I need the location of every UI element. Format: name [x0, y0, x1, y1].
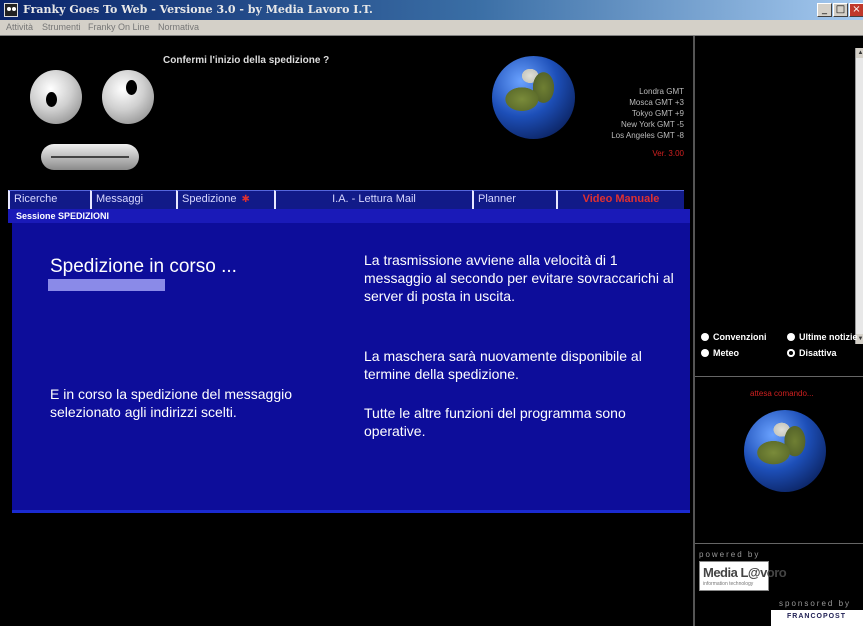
tab-spedizione[interactable]: Spedizione ✱ [176, 190, 274, 210]
option-label: Ultime notizie [799, 332, 858, 342]
globe-icon [744, 410, 826, 492]
tab-bar: Ricerche Messaggi Spedizione ✱ I.A. - Let… [8, 190, 690, 210]
progress-bar [48, 279, 220, 291]
radio-icon [701, 333, 709, 341]
maximize-button[interactable]: □ [833, 3, 848, 17]
window-title: Franky Goes To Web - Versione 3.0 - by M… [23, 3, 373, 16]
sponsor-logo[interactable]: FRANCOPOST [771, 610, 863, 626]
tab-label: Planner [478, 193, 516, 205]
progress-bar-fill [48, 279, 165, 291]
active-tab-marker-icon: ✱ [241, 194, 250, 205]
app-face-icon [4, 3, 18, 17]
option-ultime-notizie[interactable]: Ultime notizie [787, 332, 858, 342]
timezone-moscow: Mosca GMT +3 [629, 98, 684, 107]
info-transmission-speed: La trasmissione avviene alla velocità di… [364, 252, 674, 304]
tab-label: Spedizione [182, 193, 237, 205]
tab-ricerche[interactable]: Ricerche [8, 190, 90, 210]
title-bar[interactable]: Franky Goes To Web - Versione 3.0 - by M… [0, 0, 863, 20]
logo-text: FRANCOPOST [787, 613, 846, 620]
tab-label: Video Manuale [582, 193, 660, 205]
minimize-button[interactable]: _ [817, 3, 832, 17]
option-meteo[interactable]: Meteo [701, 348, 739, 358]
progress-title: Spedizione in corso ... [50, 256, 237, 277]
option-convenzioni[interactable]: Convenzioni [701, 332, 767, 342]
tab-label: Messaggi [96, 193, 144, 205]
powered-by-label: powered by [699, 550, 761, 559]
media-lavoro-logo[interactable]: Media L@voro information technology [699, 561, 787, 591]
menu-strumenti[interactable]: Strumenti [42, 22, 81, 32]
timezone-new-york: New York GMT -5 [621, 120, 684, 129]
shipment-panel: Spedizione in corso ... La trasmissione … [12, 223, 690, 513]
timezone-tokyo: Tokyo GMT +9 [631, 109, 684, 118]
divider [695, 376, 863, 377]
option-label: Disattiva [799, 348, 837, 358]
application-window: Franky Goes To Web - Versione 3.0 - by M… [0, 0, 863, 626]
tab-lettura-mail[interactable]: I.A. - Lettura Mail [274, 190, 472, 210]
version-label: Ver. 3.00 [652, 149, 684, 158]
radio-selected-icon [787, 349, 795, 357]
globe-icon [492, 56, 575, 139]
tab-planner[interactable]: Planner [472, 190, 556, 210]
side-scrollbar[interactable]: ▲ ▼ [855, 48, 863, 344]
confirm-question: Confermi l'inizio della spedizione ? [163, 55, 330, 66]
mouth-icon [41, 144, 139, 170]
side-panel: ▲ ▼ Convenzioni Ultime notizie Meteo Dis… [693, 36, 863, 626]
info-mask-available: La maschera sarà nuovamente disponibile … [364, 348, 642, 382]
tab-label: I.A. - Lettura Mail [332, 193, 416, 205]
session-header: Sessione SPEDIZIONI [8, 209, 690, 223]
news-options: Convenzioni Ultime notizie Meteo Disatti… [701, 330, 863, 364]
close-button[interactable]: × [849, 3, 863, 17]
radio-icon [787, 333, 795, 341]
menu-bar: Attività Strumenti Franky On Line Normat… [0, 20, 863, 36]
top-banner: Confermi l'inizio della spedizione ? Lon… [8, 48, 690, 188]
logo-subtext: information technology [703, 581, 754, 587]
info-other-functions: Tutte le altre funzioni del programma so… [364, 405, 626, 439]
sponsored-by-label: sponsored by [779, 599, 852, 608]
option-disattiva[interactable]: Disattiva [787, 348, 837, 358]
right-eye-icon [102, 70, 154, 124]
option-label: Meteo [713, 348, 740, 358]
tab-label: Ricerche [14, 193, 58, 205]
divider [695, 543, 863, 544]
logo-text: Media L@voro [703, 565, 787, 580]
menu-attivita[interactable]: Attività [6, 22, 33, 32]
info-shipment-in-progress: E in corso la spedizione del messaggio s… [50, 386, 293, 420]
left-eye-icon [30, 70, 82, 124]
timezone-london: Londra GMT [639, 87, 684, 96]
menu-franky-online[interactable]: Franky On Line [88, 22, 150, 32]
radio-icon [701, 349, 709, 357]
scroll-up-icon[interactable]: ▲ [856, 48, 863, 58]
menu-normativa[interactable]: Normativa [158, 22, 199, 32]
waiting-status: attesa comando... [750, 389, 814, 398]
option-label: Convenzioni [713, 332, 767, 342]
world-clock: Londra GMT Mosca GMT +3 Tokyo GMT +9 New… [611, 86, 684, 159]
tab-messaggi[interactable]: Messaggi [90, 190, 176, 210]
timezone-los-angeles: Los Angeles GMT -8 [611, 131, 684, 140]
tab-video-manuale[interactable]: Video Manuale [556, 190, 684, 210]
